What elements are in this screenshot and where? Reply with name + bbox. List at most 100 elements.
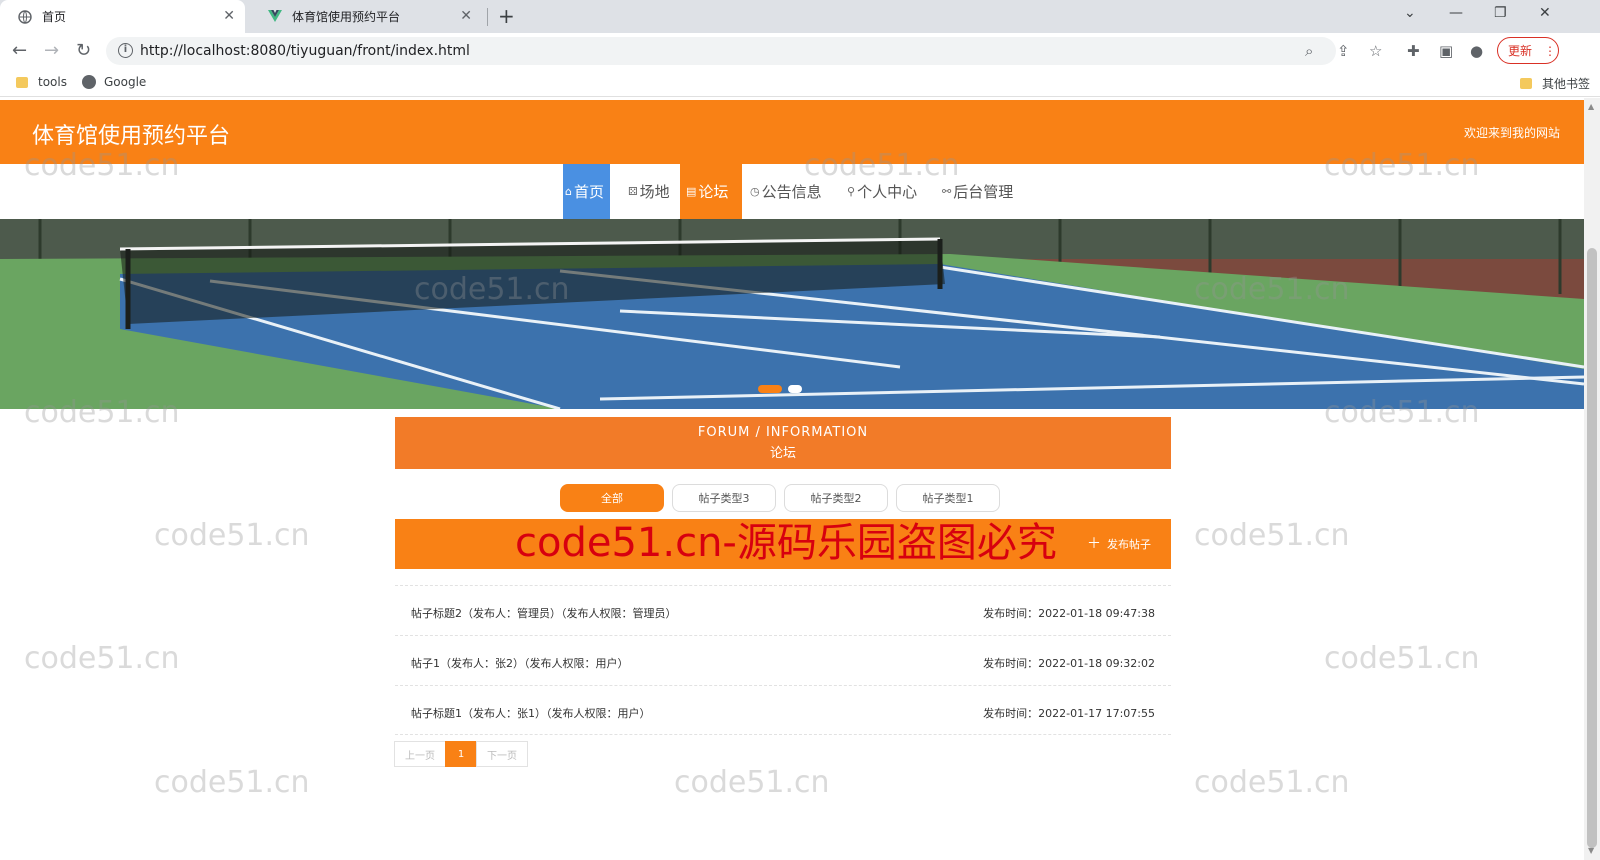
menu-icon[interactable]: ⋮ — [1544, 44, 1556, 58]
globe-icon — [18, 9, 32, 24]
nav-label: 论坛 — [698, 183, 729, 201]
minimize-icon[interactable]: — — [1449, 5, 1463, 21]
bookmarks-bar: tools Google 其他书签 — [0, 69, 1600, 97]
folder-icon — [16, 76, 28, 88]
post-list: 帖子标题2（发布人：管理员）（发布人权限：管理员） 发布时间：2022-01-1… — [395, 585, 1171, 735]
plus-icon: ＋ — [1087, 536, 1101, 552]
reload-icon[interactable]: ↻ — [76, 41, 91, 61]
nav-item-admin[interactable]: ⚯ 后台管理 — [936, 164, 1019, 219]
banner-carousel[interactable] — [0, 219, 1584, 409]
close-icon[interactable]: ✕ — [460, 9, 472, 23]
section-title-cn: 论坛 — [769, 446, 796, 461]
nav-label: 公告信息 — [761, 183, 822, 201]
user-icon: ⚲ — [847, 185, 856, 198]
address-bar[interactable]: i http://localhost:8080/tiyuguan/front/i… — [106, 37, 1336, 65]
window-close-icon[interactable]: ✕ — [1539, 5, 1551, 21]
post-title[interactable]: 帖子标题1（发布人：张1）（发布人权限：用户） — [411, 705, 651, 721]
site-header: 体育馆使用预约平台 欢迎来到我的网站 — [0, 100, 1584, 164]
bookmark-label: 其他书签 — [1542, 77, 1591, 91]
home-icon: ⌂ — [565, 185, 572, 198]
next-page-button[interactable]: 下一页 — [476, 741, 528, 767]
watermark: code51.cn — [1194, 765, 1350, 800]
bookmark-other[interactable]: 其他书签 — [1520, 75, 1590, 92]
category-tabs: 全部 帖子类型3 帖子类型2 帖子类型1 — [560, 484, 1000, 512]
nav-label: 个人中心 — [857, 183, 918, 201]
page-viewport: 体育馆使用预约平台 欢迎来到我的网站 ⌂ 首页 ⚄ 场地 ▤ 论坛 ◷ 公告信息 ⚲ 个人… — [0, 98, 1584, 860]
link-icon: ⚯ — [942, 185, 952, 198]
update-label: 更新 — [1508, 44, 1533, 58]
forward-icon[interactable]: → — [44, 41, 59, 61]
tab-search-icon[interactable]: ⌄ — [1404, 5, 1416, 21]
page-scrollbar[interactable]: ▲ ▼ — [1584, 98, 1600, 860]
browser-tab-platform[interactable]: 体育馆使用预约平台 ✕ — [250, 0, 482, 33]
list-item[interactable]: 帖子1（发布人：张2）（发布人权限：用户） 发布时间：2022-01-18 09… — [395, 635, 1171, 685]
nav-item-user[interactable]: ⚲ 个人中心 — [841, 164, 923, 219]
close-icon[interactable]: ✕ — [223, 9, 235, 23]
post-title[interactable]: 帖子1（发布人：张2）（发布人权限：用户） — [411, 655, 629, 671]
browser-tab-home[interactable]: 首页 ✕ — [0, 0, 245, 33]
post-title[interactable]: 帖子标题2（发布人：管理员）（发布人权限：管理员） — [411, 605, 677, 621]
prev-page-button[interactable]: 上一页 — [394, 741, 446, 767]
scroll-up-icon[interactable]: ▲ — [1588, 102, 1594, 111]
welcome-text: 欢迎来到我的网站 — [1463, 126, 1560, 140]
nav-item-venue[interactable]: ⚄ 场地 — [622, 164, 676, 219]
list-item[interactable]: 帖子标题1（发布人：张1）（发布人权限：用户） 发布时间：2022-01-17 … — [395, 685, 1171, 735]
url-text: http://localhost:8080/tiyuguan/front/ind… — [140, 43, 470, 59]
watermark: code51.cn — [674, 765, 830, 800]
nav-item-notice[interactable]: ◷ 公告信息 — [744, 164, 828, 219]
watermark: code51.cn — [1194, 518, 1350, 553]
bookmark-label: tools — [38, 75, 67, 89]
carousel-dot[interactable] — [788, 385, 802, 393]
bookmark-tools[interactable]: tools — [16, 75, 67, 89]
tab-title: 首页 — [42, 10, 67, 24]
restore-icon[interactable]: ❐ — [1494, 5, 1507, 21]
carousel-dot[interactable] — [758, 385, 782, 393]
vue-icon — [268, 10, 282, 24]
post-time: 发布时间：2022-01-17 17:07:55 — [983, 707, 1155, 720]
new-tab-icon[interactable]: + — [498, 4, 515, 28]
list-item[interactable]: 帖子标题2（发布人：管理员）（发布人权限：管理员） 发布时间：2022-01-1… — [395, 585, 1171, 635]
post-time: 发布时间：2022-01-18 09:47:38 — [983, 607, 1155, 620]
scroll-down-icon[interactable]: ▼ — [1588, 846, 1594, 855]
nav-item-home[interactable]: ⌂ 首页 — [563, 164, 610, 219]
update-button[interactable]: 更新 ⋮ — [1497, 37, 1559, 64]
watermark: code51.cn — [154, 765, 310, 800]
carousel-dots — [758, 385, 802, 393]
publish-label: 发布帖子 — [1107, 538, 1151, 551]
back-icon[interactable]: ← — [12, 41, 27, 61]
category-tab-type3[interactable]: 帖子类型3 — [672, 484, 776, 512]
bookmark-google[interactable]: Google — [82, 75, 146, 89]
zoom-icon[interactable]: ⌕ — [1305, 42, 1313, 60]
site-title: 体育馆使用预约平台 — [32, 124, 231, 149]
nav-item-forum[interactable]: ▤ 论坛 — [680, 164, 742, 219]
side-panel-icon[interactable]: ▣ — [1439, 42, 1453, 60]
watermark: code51.cn — [24, 641, 180, 676]
extensions-icon[interactable]: ✚ — [1407, 42, 1420, 60]
scrollbar-thumb[interactable] — [1587, 248, 1597, 848]
tab-separator — [487, 8, 488, 26]
pagination: 上一页 1 下一页 — [394, 741, 528, 767]
nav-label: 首页 — [573, 183, 604, 201]
tab-title: 体育馆使用预约平台 — [292, 10, 401, 24]
share-icon[interactable]: ⇪ — [1337, 42, 1350, 60]
globe-icon — [82, 75, 96, 89]
folder-icon — [1520, 78, 1532, 89]
nav-label: 后台管理 — [953, 183, 1014, 201]
post-time: 发布时间：2022-01-18 09:32:02 — [983, 657, 1155, 670]
category-tab-type1[interactable]: 帖子类型1 — [896, 484, 1000, 512]
forum-action-bar: ＋ 发布帖子 — [395, 519, 1171, 569]
publish-post-button[interactable]: ＋ 发布帖子 — [1087, 536, 1151, 552]
category-tab-type2[interactable]: 帖子类型2 — [784, 484, 888, 512]
forum-section-title: FORUM / INFORMATION 论坛 — [395, 417, 1171, 469]
category-tab-all[interactable]: 全部 — [560, 484, 664, 512]
forum-icon: ▤ — [686, 185, 697, 198]
nav-label: 场地 — [639, 183, 670, 201]
main-nav: ⌂ 首页 ⚄ 场地 ▤ 论坛 ◷ 公告信息 ⚲ 个人中心 ⚯ 后台管理 — [0, 164, 1584, 219]
star-icon[interactable]: ☆ — [1369, 42, 1382, 60]
section-title-en: FORUM / INFORMATION — [697, 425, 869, 440]
page-number-button[interactable]: 1 — [445, 741, 477, 767]
profile-icon[interactable]: ● — [1470, 42, 1483, 60]
tennis-court-image — [0, 219, 1584, 409]
venue-icon: ⚄ — [628, 185, 638, 198]
info-icon[interactable]: i — [118, 43, 133, 58]
